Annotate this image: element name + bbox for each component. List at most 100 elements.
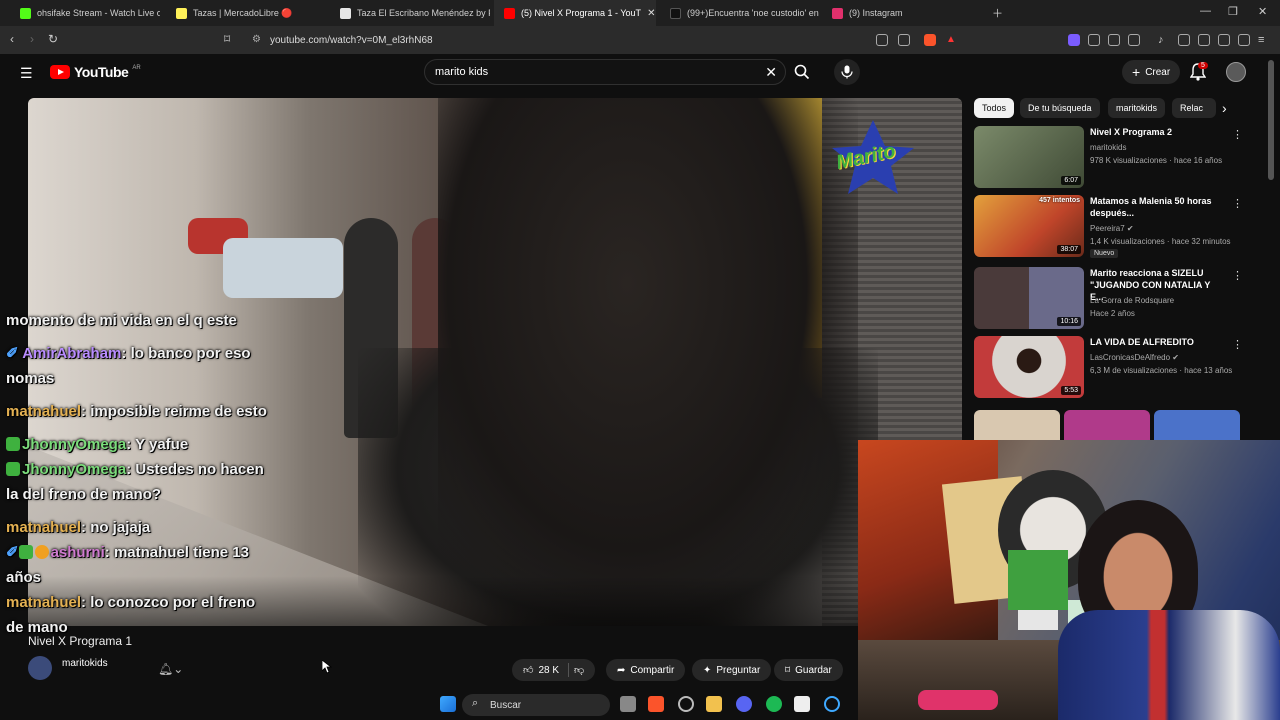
more-options-icon[interactable]: ⋮ [1232,128,1243,141]
shorts-row [974,410,1240,440]
close-tab-icon[interactable]: ✕ [647,8,655,19]
wallet-icon[interactable] [1198,34,1210,46]
search-input[interactable]: marito kids ✕ [424,59,786,85]
thumbs-down-icon[interactable]: 👎︎ [574,664,584,676]
extension-icon[interactable] [1128,34,1140,46]
channel-avatar[interactable] [28,656,52,680]
extension-icon[interactable] [1068,34,1080,46]
app-icon[interactable] [824,696,840,712]
video-thumbnail[interactable]: 10:16 [974,267,1084,329]
chat-username: AmirAbraham [22,345,122,362]
youtube-logo[interactable]: YouTube AR [50,64,141,80]
share-button[interactable]: ➦ Compartir [606,659,686,681]
recommendation-channel[interactable]: LasCronicasDeAlfredo ✔ [1090,353,1179,362]
mouse-cursor-icon [321,659,333,679]
minimize-icon[interactable]: — [1200,5,1211,17]
vpn-icon[interactable] [1238,34,1250,46]
sword-badge-icon: ✐ [6,345,19,362]
video-thumbnail[interactable]: 6:07 [974,126,1084,188]
like-button[interactable]: 👍︎ 28 K 👎︎ [512,659,596,681]
tab-tiktok[interactable]: (99+)Encuentra 'noe custodio' en Tik [660,0,820,26]
recommendation-title[interactable]: Matamos a Malenia 50 horas después... [1090,195,1222,219]
create-button[interactable]: + Crear [1122,60,1181,84]
bookmark-icon[interactable]: ⌑ [224,32,230,46]
windows-taskbar: ⌕ Buscar [400,690,860,720]
scrollbar-thumb[interactable] [1268,60,1274,180]
browser-tab-strip: ohsifake Stream - Watch Live on Tazas | … [0,0,1280,26]
short-thumbnail[interactable] [1064,410,1150,440]
hamburger-menu-icon[interactable]: ☰ [20,65,33,82]
chevron-right-icon[interactable]: › [1222,100,1227,116]
short-thumbnail[interactable] [974,410,1060,440]
ask-button[interactable]: ✦ Preguntar [692,659,772,681]
taskbar-search[interactable]: ⌕ Buscar [462,694,610,716]
back-icon[interactable]: ‹ [10,32,14,46]
voice-search-button[interactable] [834,59,860,85]
chat-username: ashurni [50,544,105,561]
brave-rewards-icon[interactable]: ▲ [946,34,958,46]
share-label: Compartir [630,664,675,676]
chip-label: maritokids [1116,103,1158,113]
forward-icon[interactable]: › [30,32,34,46]
close-window-icon[interactable]: ✕ [1258,5,1267,18]
windows-start-icon[interactable] [440,696,456,712]
tab-taza[interactable]: Taza El Escribano Menéndez by Prod [330,0,490,26]
sidebar-icon[interactable] [1178,34,1190,46]
short-thumbnail[interactable] [1154,410,1240,440]
recommendation-item[interactable]: 457 intentos 38:07 Matamos a Malenia 50 … [974,195,1243,259]
menu-icon[interactable]: ≡ [1258,34,1270,46]
tab-label: (9) Instagram [849,8,903,18]
chat-message: matnahuel: lo conozco por el freno de ma… [6,594,256,636]
tab-mercadolibre[interactable]: Tazas | MercadoLibre 🔴 [166,0,326,26]
tab-instagram[interactable]: (9) Instagram [822,0,982,26]
restore-icon[interactable]: ❐ [1228,5,1238,18]
subscriber-badge-icon [6,462,20,476]
video-thumbnail[interactable]: 5:53 [974,336,1084,398]
clear-search-icon[interactable]: ✕ [765,64,777,81]
extension-icon[interactable] [1088,34,1100,46]
recommendation-channel[interactable]: Peereira7 ✔ [1090,224,1134,233]
chip-relacionados[interactable]: Relac [1172,98,1216,118]
reload-icon[interactable]: ↻ [48,32,58,46]
chip-maritokids[interactable]: maritokids [1108,98,1166,118]
extension-icon[interactable] [1108,34,1120,46]
task-view-icon[interactable] [620,696,636,712]
video-thumbnail[interactable]: 457 intentos 38:07 [974,195,1084,257]
channel-name[interactable]: maritokids [62,658,108,669]
tab-kick[interactable]: ohsifake Stream - Watch Live on [10,0,160,26]
share-icon[interactable] [898,34,910,46]
recommendation-channel[interactable]: maritokids [1090,143,1126,152]
recommendation-title[interactable]: LA VIDA DE ALFREDITO [1090,336,1222,348]
recommendation-item[interactable]: 6:07 Nivel X Programa 2 maritokids 978 K… [974,126,1243,190]
music-icon[interactable]: ♪ [1158,34,1170,46]
url-field[interactable]: ⚙ youtube.com/watch?v=0M_el3rhN68 [244,30,960,50]
recommendation-title[interactable]: Nivel X Programa 2 [1090,126,1222,138]
discord-icon[interactable] [736,696,752,712]
new-tab-icon[interactable]: ＋ [992,5,1003,21]
cast-icon[interactable] [876,34,888,46]
recommendation-channel[interactable]: La Gorra de Rodsquare [1090,296,1174,305]
chip-de-tu-busqueda[interactable]: De tu búsqueda [1020,98,1100,118]
tab-youtube-active[interactable]: (5) Nivel X Programa 1 - YouT ✕ [494,0,656,26]
settings-app-icon[interactable] [678,696,694,712]
recommendation-item[interactable]: 5:53 LA VIDA DE ALFREDITO LasCronicasDeA… [974,336,1243,400]
chip-todos[interactable]: Todos [974,98,1015,118]
tab-favicon [504,7,515,19]
site-info-icon[interactable]: ⚙ [252,34,261,45]
subscribe-bell-icon[interactable]: 🔔︎⌄ [158,662,183,676]
brave-shield-icon[interactable] [924,34,936,46]
file-explorer-icon[interactable] [706,696,722,712]
more-options-icon[interactable]: ⋮ [1232,269,1243,282]
subscriber-badge-icon [6,437,20,451]
spotify-icon[interactable] [766,696,782,712]
search-button[interactable] [788,59,816,85]
leo-icon[interactable] [1218,34,1230,46]
app-icon[interactable] [794,696,810,712]
chat-message: matnahuel: no jajaja [6,519,151,536]
more-options-icon[interactable]: ⋮ [1232,338,1243,351]
brave-browser-icon[interactable] [648,696,664,712]
account-avatar[interactable] [1226,62,1246,82]
more-options-icon[interactable]: ⋮ [1232,197,1243,210]
recommendation-item[interactable]: 10:16 Marito reacciona a SIZELU "JUGANDO… [974,267,1243,331]
save-button[interactable]: ⌑ Guardar [774,659,843,681]
